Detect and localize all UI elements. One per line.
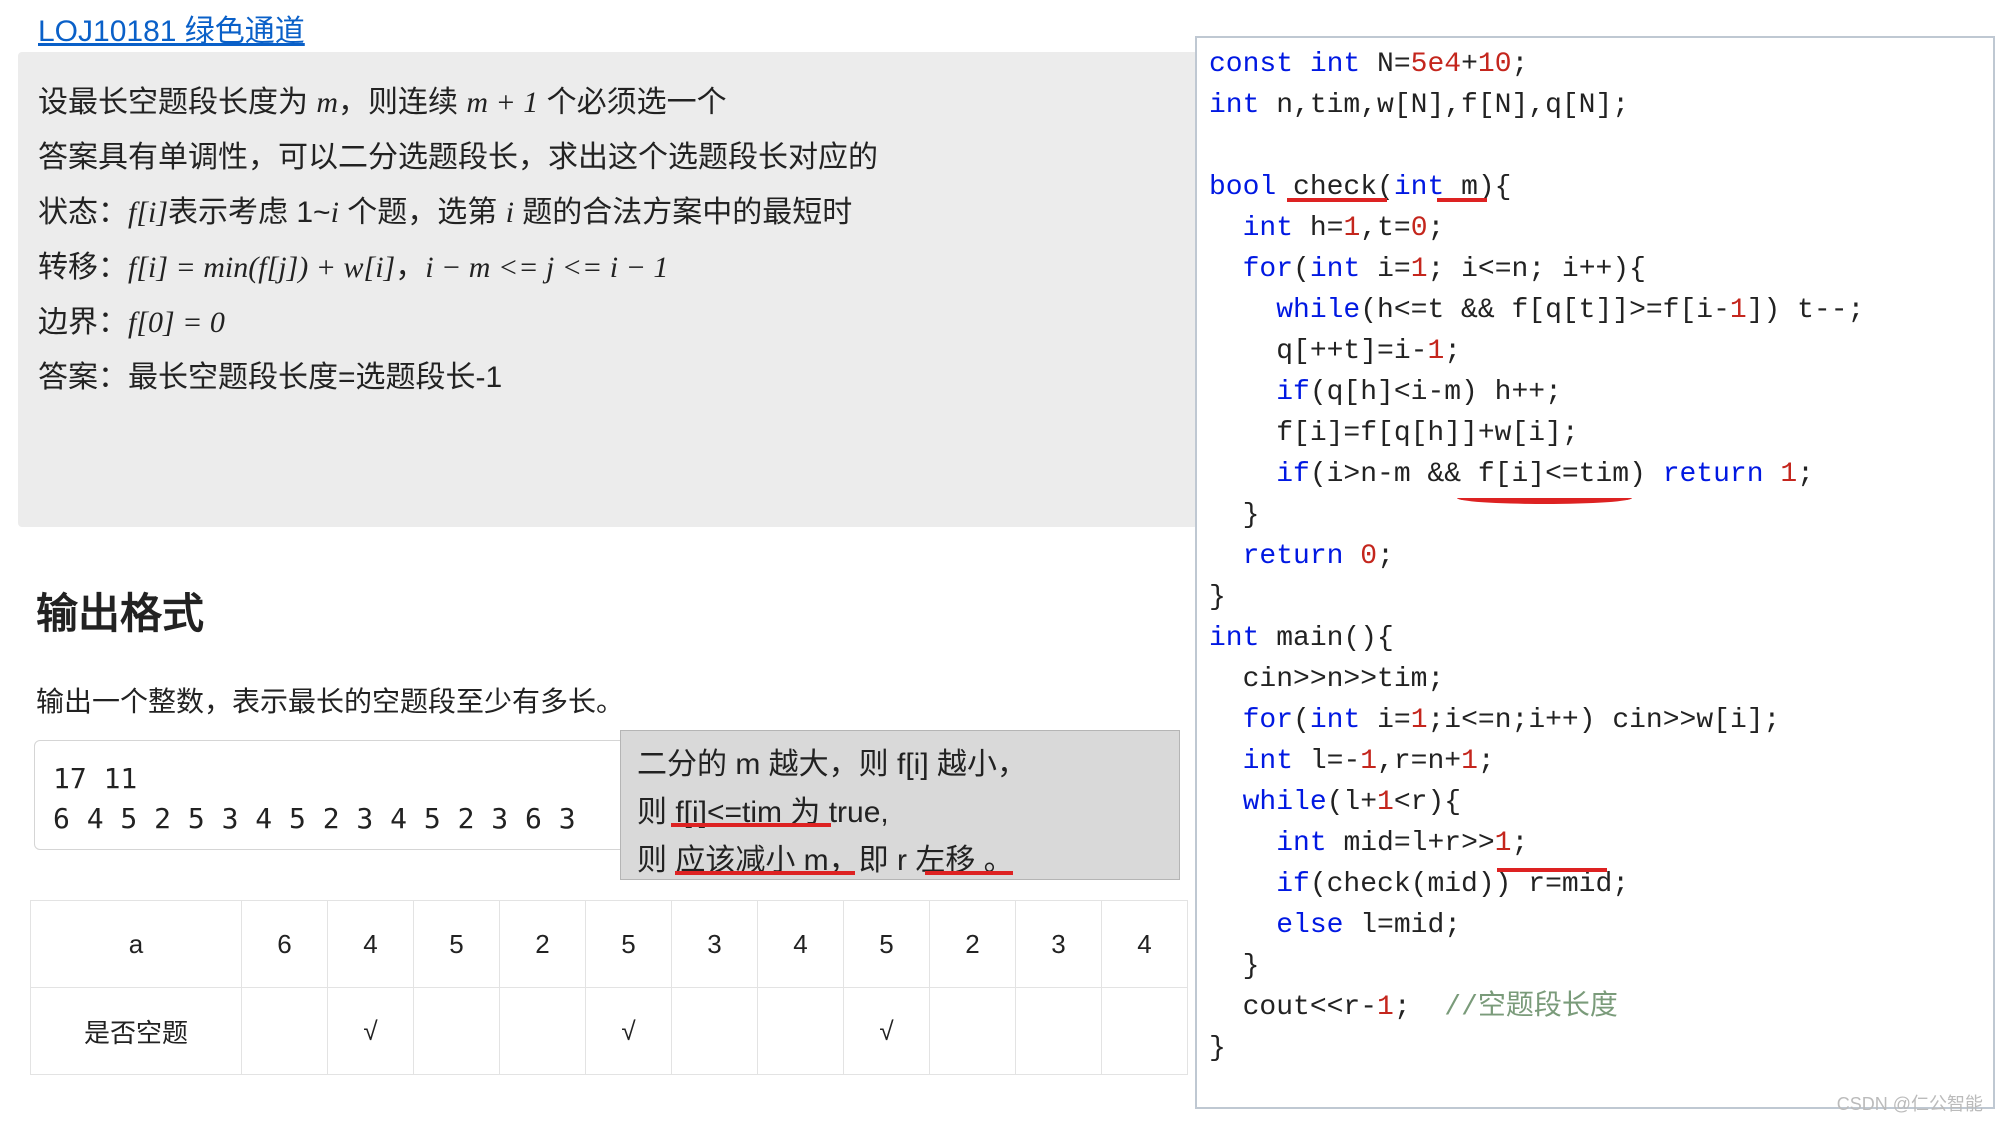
table-cell: 4 [1102, 901, 1188, 988]
table-cell: √ [328, 988, 414, 1075]
underline-icon [671, 823, 831, 827]
tooltip-overlay: 二分的 m 越大，则 f[i] 越小， 则 f[i]<=tim 为 true, … [620, 730, 1180, 880]
table-cell: √ [586, 988, 672, 1075]
watermark: CSDN @仁公智能 [1837, 1090, 1983, 1116]
table-cell [500, 988, 586, 1075]
table-cell: 4 [758, 901, 844, 988]
table-cell: 4 [328, 901, 414, 988]
explain-line-6: 答案：最长空题段长度=选题段长-1 [38, 351, 1186, 404]
table-cell: 3 [1016, 901, 1102, 988]
table-cell: 5 [586, 901, 672, 988]
example-table: a 6 4 5 2 5 3 4 5 2 3 4 是否空题 √ √ √ [30, 900, 1188, 1075]
explanation-panel: 设最长空题段长度为 m，则连续 m + 1 个必须选一个 答案具有单调性，可以二… [18, 52, 1198, 527]
problem-link[interactable]: LOJ10181 绿色通道 [38, 6, 305, 50]
code-panel: const int N=5e4+10; int n,tim,w[N],f[N],… [1195, 36, 1995, 1109]
table-cell [1102, 988, 1188, 1075]
table-cell [672, 988, 758, 1075]
table-cell: 2 [500, 901, 586, 988]
table-cell [1016, 988, 1102, 1075]
tooltip-line-1: 二分的 m 越大，则 f[i] 越小， [637, 741, 1163, 789]
underline-icon [1287, 198, 1387, 202]
tooltip-line-3: 则 应该减小 m，即 r 左移 。 [637, 837, 1163, 885]
table-cell: 2 [930, 901, 1016, 988]
table-cell: √ [844, 988, 930, 1075]
explain-line-3: 状态：f[i]表示考虑 1~i 个题，选第 i 题的合法方案中的最短时 [38, 186, 1186, 239]
table-cell [242, 988, 328, 1075]
underline-icon [1437, 198, 1487, 202]
table-row: a 6 4 5 2 5 3 4 5 2 3 4 [31, 901, 1188, 988]
explain-line-5: 边界：f[0] = 0 [38, 296, 1186, 349]
underline-icon [1497, 868, 1607, 872]
table-cell: 3 [672, 901, 758, 988]
table-cell: 5 [414, 901, 500, 988]
explain-line-2: 答案具有单调性，可以二分选题段长，求出这个选题段长对应的 [38, 131, 1186, 184]
table-row: 是否空题 √ √ √ [31, 988, 1188, 1075]
table-cell: 6 [242, 901, 328, 988]
underline-icon [675, 871, 855, 875]
table-cell: 5 [844, 901, 930, 988]
row-label-a: a [31, 901, 242, 988]
output-description: 输出一个整数，表示最长的空题段至少有多长。 [36, 680, 624, 720]
explain-line-4: 转移：f[i] = min(f[j]) + w[i]，i − m <= j <=… [38, 241, 1186, 294]
explain-line-1: 设最长空题段长度为 m，则连续 m + 1 个必须选一个 [38, 76, 1186, 129]
table-cell [930, 988, 1016, 1075]
underline-icon [925, 871, 1013, 875]
table-cell [758, 988, 844, 1075]
underline-icon [1457, 498, 1632, 504]
row-label-empty: 是否空题 [31, 988, 242, 1075]
tooltip-line-2: 则 f[i]<=tim 为 true, [637, 789, 1163, 837]
page: LOJ10181 绿色通道 设最长空题段长度为 m，则连续 m + 1 个必须选… [0, 0, 2003, 1122]
table-cell [414, 988, 500, 1075]
section-title-output: 输出格式 [36, 580, 204, 641]
